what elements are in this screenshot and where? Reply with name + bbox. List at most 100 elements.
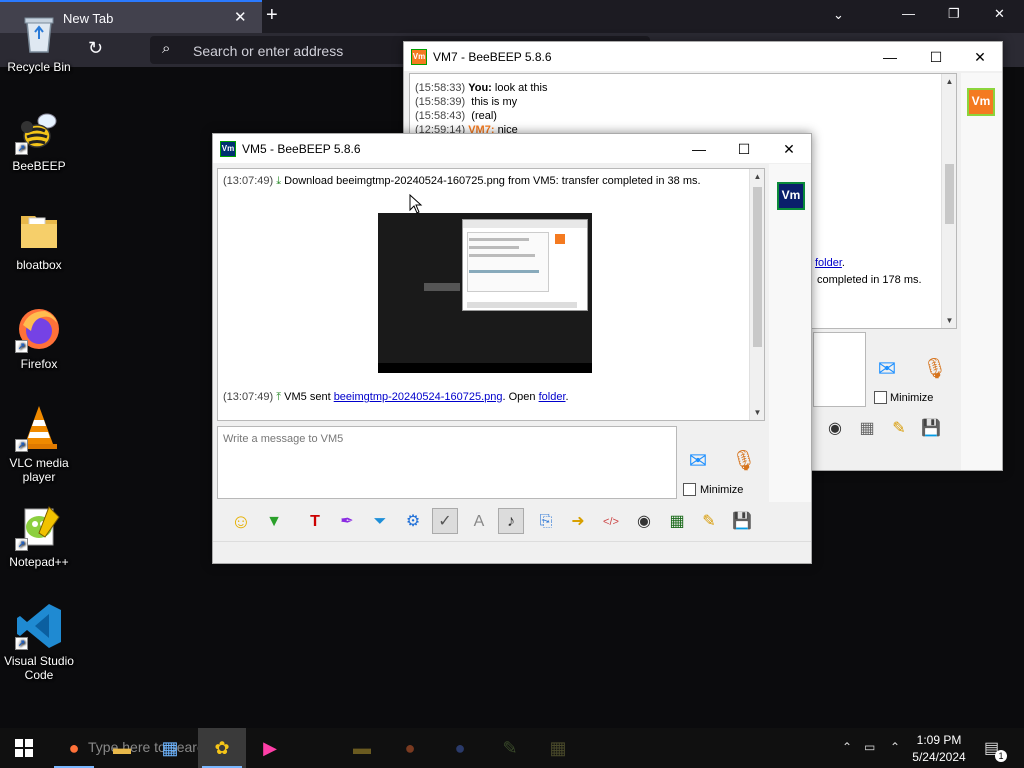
vm7-voice-icon[interactable]: 🎙 [922, 356, 948, 382]
export-icon[interactable]: ⎘ [533, 509, 559, 535]
vm7-send-icon[interactable]: ✉ [874, 356, 900, 382]
voice-message-icon[interactable]: 🎙 [731, 448, 757, 474]
taskbar-bg-app-4[interactable]: ✎ [486, 728, 534, 768]
browser-close-button[interactable]: ✕ [994, 6, 1005, 22]
message-input[interactable]: Write a message to VM5 [217, 426, 677, 499]
desktop-icon-label: VLC media player [9, 456, 69, 484]
vm7-minimize-checkbox[interactable] [874, 391, 887, 404]
tray-chevron-icon[interactable]: ⌃ [842, 740, 852, 754]
taskbar-file-explorer[interactable]: ▬ [98, 728, 146, 768]
image-preview[interactable] [378, 213, 592, 373]
minimize-checkbox[interactable] [683, 483, 696, 496]
desktop-icon-label: Visual Studio Code [4, 654, 74, 682]
font-icon[interactable]: T [302, 509, 328, 535]
clock-date[interactable]: 5/24/2024 [906, 750, 972, 764]
bee-icon: ↗ [15, 107, 63, 155]
windows-logo-icon [15, 739, 33, 757]
desktop-icon-vscode[interactable]: ↗ Visual Studio Code [0, 602, 78, 682]
vm7-title: VM7 - BeeBEEP 5.8.6 [433, 50, 552, 64]
status-bar [213, 541, 811, 563]
vm5-side-panel: Vm [769, 164, 811, 502]
edit-icon[interactable]: ✎ [886, 416, 912, 442]
preview-window [462, 219, 588, 311]
spellcheck-icon[interactable]: ✓ [432, 508, 458, 534]
emoticon-icon[interactable]: ☺ [228, 509, 254, 535]
taskbar-firefox[interactable]: ● [50, 728, 98, 768]
send-icon[interactable]: ✉ [685, 448, 711, 474]
new-tab-button[interactable]: + [266, 4, 278, 27]
vm7-scrollbar[interactable]: ▲ ▼ [941, 74, 956, 328]
vscode-icon: ↗ [15, 602, 63, 650]
vm5-scrollbar[interactable]: ▲ ▼ [749, 169, 764, 420]
browser-tab-bar: New Tab ✕ + ⌄ — ❐ ✕ [0, 0, 1024, 33]
desktop-icon-notepadpp[interactable]: ↗ Notepad++ [0, 503, 78, 569]
folder-link[interactable]: folder [815, 257, 842, 269]
start-button[interactable] [0, 728, 48, 768]
clock-time[interactable]: 1:09 PM [906, 733, 972, 747]
sent-message: (13:07:49) ⤒ VM5 sent beeimgtmp-20240524… [223, 391, 569, 403]
picture-icon[interactable]: ▦ [664, 509, 690, 535]
taskbar-beebeep[interactable]: ✿ [198, 728, 246, 768]
desktop-icon-label: Notepad++ [9, 555, 69, 569]
taskbar-bg-app-3[interactable]: ● [436, 728, 484, 768]
vm5-maximize-button[interactable]: ☐ [730, 138, 758, 160]
vm7-user-badge[interactable]: Vm [967, 88, 995, 116]
collapse-icon[interactable]: ▼ [261, 509, 287, 535]
taskbar-store[interactable]: ▦ [146, 728, 194, 768]
taskbar-media[interactable]: ▶ [246, 728, 294, 768]
firefox-icon: ↗ [15, 305, 63, 353]
desktop-icon-vlc[interactable]: ↗ VLC media player [0, 404, 78, 484]
vm7-minimize-button[interactable]: — [876, 46, 904, 68]
screenshot-icon[interactable]: ◉ [631, 509, 657, 535]
desktop-icon-beebeep[interactable]: ↗ BeeBEEP [0, 107, 78, 173]
file-link[interactable]: beeimgtmp-20240524-160725.png [334, 391, 503, 403]
desktop-icon-firefox[interactable]: ↗ Firefox [0, 305, 78, 371]
tray-chevron-up-icon[interactable]: ⌃ [890, 740, 900, 754]
file-icon[interactable]: ♪ [498, 508, 524, 534]
vm5-close-button[interactable]: ✕ [775, 138, 803, 160]
vm7-maximize-button[interactable]: ☐ [922, 46, 950, 68]
folder-link[interactable]: folder [539, 391, 566, 403]
vm5-chat-window[interactable]: Vm VM5 - BeeBEEP 5.8.6 — ☐ ✕ (13:07:49) … [212, 133, 812, 564]
notepadpp-icon: ↗ [15, 503, 63, 551]
network-icon[interactable]: ▭ [864, 740, 875, 754]
tab-list-icon[interactable]: ⌄ [833, 7, 844, 23]
download-icon: ⤓ [276, 175, 282, 187]
desktop-icon-bloatbox[interactable]: bloatbox [0, 206, 78, 272]
search-icon: ⌕ [162, 40, 171, 57]
minimize-label: Minimize [700, 484, 744, 496]
settings-icon[interactable]: ⚙ [400, 509, 426, 535]
vm7-close-button[interactable]: ✕ [966, 46, 994, 68]
save-icon[interactable]: 💾 [918, 416, 944, 442]
filter-icon[interactable]: ⏷ [367, 509, 393, 535]
screenshot-icon[interactable]: ◉ [822, 416, 848, 442]
reload-icon[interactable]: ↻ [88, 38, 103, 59]
bold-icon[interactable]: A [466, 509, 492, 535]
save-icon[interactable]: 💾 [729, 509, 755, 535]
taskbar-bg-app-2[interactable]: ● [386, 728, 434, 768]
desktop-icon-label: Firefox [20, 357, 58, 371]
vm5-user-badge[interactable]: Vm [777, 182, 805, 210]
tab-close-icon[interactable]: ✕ [234, 8, 247, 26]
taskbar-bg-app-5[interactable]: ▦ [534, 728, 582, 768]
vm7-partial-transfer: completed in 178 ms. [817, 274, 922, 286]
edit-icon[interactable]: ✎ [696, 509, 722, 535]
browser-maximize-button[interactable]: ❐ [948, 6, 960, 22]
desktop-icon-label: bloatbox [16, 258, 62, 272]
picture-icon[interactable]: ▦ [854, 416, 880, 442]
desktop-icon-label: BeeBEEP [12, 159, 66, 173]
vm5-chat-history[interactable]: (13:07:49) ⤓ Download beeimgtmp-20240524… [217, 168, 765, 421]
vm7-app-icon: Vm [411, 49, 427, 65]
color-icon[interactable]: ✒ [334, 509, 360, 535]
vm7-message-box[interactable] [813, 332, 866, 407]
browser-minimize-button[interactable]: — [902, 6, 915, 21]
vm5-minimize-button[interactable]: — [685, 138, 713, 160]
vm7-titlebar[interactable]: Vm VM7 - BeeBEEP 5.8.6 — ☐ ✕ [404, 42, 1002, 71]
folder-icon [15, 206, 63, 254]
html-icon[interactable]: </> [598, 509, 624, 535]
taskbar-bg-app-1[interactable]: ▬ [338, 728, 386, 768]
message-placeholder: Write a message to VM5 [223, 433, 344, 445]
vm5-titlebar[interactable]: Vm VM5 - BeeBEEP 5.8.6 — ☐ ✕ [213, 134, 811, 163]
desktop-icon-recycle-bin[interactable]: Recycle Bin [0, 8, 78, 74]
folder-share-icon[interactable]: ➜ [565, 509, 591, 535]
